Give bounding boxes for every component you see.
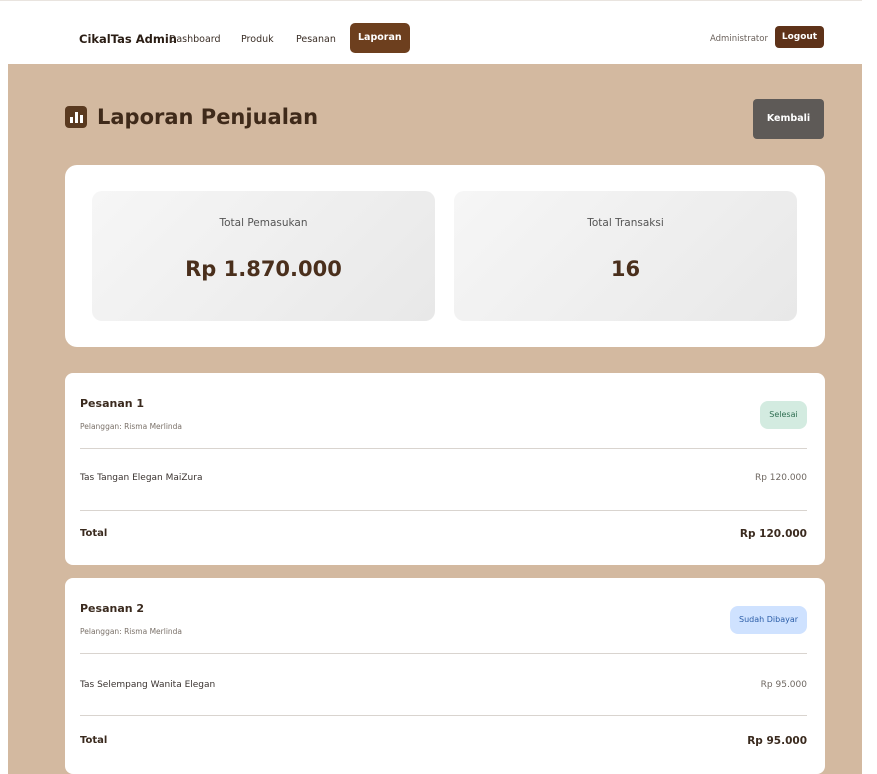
total-label: Total (80, 735, 108, 746)
item-price: Rp 120.000 (754, 473, 807, 483)
order-card: Pesanan 1 Pelanggan: Risma Merlinda Sele… (65, 373, 825, 565)
order-title: Pesanan 1 (80, 397, 145, 410)
order-customer: Pelanggan: Risma Merlinda (80, 627, 183, 636)
nav-pesanan[interactable]: Pesanan (296, 34, 336, 45)
divider (80, 715, 807, 716)
back-button[interactable]: Kembali (753, 99, 824, 139)
status-badge: Selesai (760, 401, 807, 429)
total-value: Rp 95.000 (747, 735, 807, 747)
total-value: Rp 120.000 (739, 528, 807, 540)
divider (80, 653, 807, 654)
brand-name[interactable]: CikalTas Admin (79, 32, 177, 46)
status-badge: Sudah Dibayar (730, 606, 807, 634)
logout-button[interactable]: Logout (775, 26, 824, 48)
divider (80, 510, 807, 511)
income-value: Rp 1.870.000 (185, 257, 342, 281)
main-content: Laporan Penjualan Kembali Total Pemasuka… (8, 64, 862, 774)
page-header: Laporan Penjualan (65, 99, 318, 135)
page-title: Laporan Penjualan (97, 105, 319, 129)
item-name: Tas Selempang Wanita Elegan (80, 680, 216, 690)
transactions-value: 16 (610, 257, 641, 281)
nav-produk[interactable]: Produk (241, 34, 274, 45)
income-stat: Total Pemasukan Rp 1.870.000 (92, 191, 435, 321)
bar-chart-icon (65, 106, 87, 128)
order-customer: Pelanggan: Risma Merlinda (80, 422, 183, 431)
page: CikalTas Admin Dashboard Produk Pesanan … (0, 0, 877, 774)
income-label: Total Pemasukan (219, 217, 308, 229)
order-title: Pesanan 2 (80, 602, 145, 615)
item-name: Tas Tangan Elegan MaiZura (80, 473, 203, 483)
nav-laporan[interactable]: Laporan (350, 23, 410, 53)
total-label: Total (80, 528, 108, 539)
divider (80, 448, 807, 449)
summary-card: Total Pemasukan Rp 1.870.000 Total Trans… (65, 165, 825, 347)
nav-dashboard[interactable]: Dashboard (169, 34, 221, 45)
top-navbar: CikalTas Admin Dashboard Produk Pesanan … (0, 0, 862, 64)
order-card: Pesanan 2 Pelanggan: Risma Merlinda Suda… (65, 578, 825, 774)
transactions-label: Total Transaksi (587, 217, 664, 229)
transactions-stat: Total Transaksi 16 (454, 191, 797, 321)
item-price: Rp 95.000 (760, 680, 807, 690)
user-label: Administrator (710, 34, 768, 44)
